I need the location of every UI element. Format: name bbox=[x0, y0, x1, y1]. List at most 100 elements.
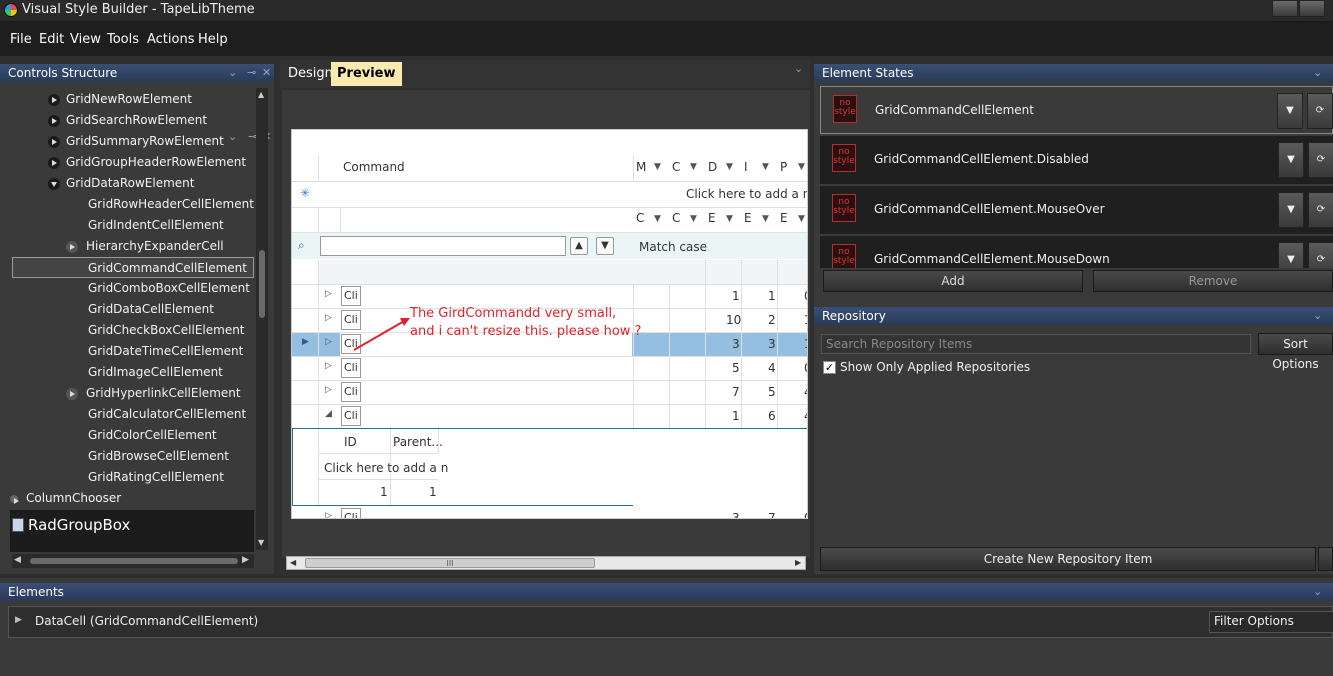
row-expander-icon[interactable]: ▷ bbox=[325, 511, 332, 518]
expand-icon[interactable] bbox=[48, 135, 60, 148]
col-header-m[interactable]: M bbox=[636, 160, 646, 174]
filter-icon[interactable]: ▼ bbox=[654, 162, 661, 172]
menu-edit[interactable]: Edit bbox=[39, 32, 64, 47]
tree-item-columnchooser[interactable]: ColumnChooser bbox=[10, 488, 250, 509]
tree-item-gridrowheadercellelement[interactable]: GridRowHeaderCellElement bbox=[88, 194, 258, 215]
show-only-applied-checkbox[interactable]: ✓ bbox=[823, 361, 836, 374]
tree-item-griddatetimecellelement[interactable]: GridDateTimeCellElement bbox=[88, 341, 258, 362]
tree-item-gridbrowsecellelement[interactable]: GridBrowseCellElement bbox=[88, 446, 258, 467]
expand-icon[interactable]: ▶ bbox=[15, 615, 22, 625]
tree-item-gridhyperlinkcellelement[interactable]: GridHyperlinkCellElement bbox=[66, 383, 256, 404]
tree-item-gridcalculatorcellelement[interactable]: GridCalculatorCellElement bbox=[88, 404, 258, 425]
create-repository-item-dropdown[interactable] bbox=[1318, 547, 1333, 571]
state-dropdown-button[interactable]: ▼ bbox=[1278, 142, 1304, 178]
child-col-id[interactable]: ID bbox=[344, 435, 357, 449]
col-header-c[interactable]: C bbox=[672, 160, 680, 174]
col-header-command[interactable]: Command bbox=[343, 160, 405, 174]
menu-view[interactable]: View bbox=[70, 32, 101, 47]
state-row-disabled[interactable]: no style GridCommandCellElement.Disabled… bbox=[820, 136, 1333, 184]
state-dropdown-button[interactable]: ▼ bbox=[1278, 192, 1304, 228]
filter-icon[interactable]: ▼ bbox=[762, 162, 769, 172]
repository-menu-icon[interactable]: ⌄ bbox=[1313, 309, 1322, 322]
row-expander-icon[interactable]: ▷ bbox=[325, 289, 332, 299]
command-cell-button[interactable]: Cli bbox=[341, 358, 361, 378]
col-header-i[interactable]: I bbox=[744, 160, 748, 174]
filter-icon[interactable]: ▼ bbox=[798, 162, 805, 172]
collapse-icon[interactable] bbox=[48, 177, 60, 190]
menu-file[interactable]: File bbox=[10, 32, 32, 47]
state-row-mousedown[interactable]: no style GridCommandCellElement.MouseDow… bbox=[820, 236, 1333, 268]
tree-scroll-thumb[interactable] bbox=[259, 250, 265, 318]
scroll-right-icon[interactable]: ▶ bbox=[795, 558, 801, 567]
state-row-mouseover[interactable]: no style GridCommandCellElement.MouseOve… bbox=[820, 186, 1333, 234]
col-header-p[interactable]: P bbox=[780, 160, 787, 174]
panel-menu-icon[interactable]: ⌄ bbox=[228, 66, 237, 79]
grid-search-input[interactable] bbox=[320, 236, 566, 256]
state-dropdown-button[interactable]: ▼ bbox=[1278, 242, 1304, 268]
child-add-new-row-text[interactable]: Click here to add a n bbox=[324, 461, 448, 475]
command-cell-button[interactable]: Cli bbox=[341, 508, 361, 518]
filter-cell[interactable]: E bbox=[744, 211, 752, 225]
remove-state-button[interactable]: Remove bbox=[1093, 270, 1333, 292]
tree-item-gridratingcellelement[interactable]: GridRatingCellElement bbox=[88, 467, 258, 488]
scroll-right-icon[interactable]: ▶ bbox=[242, 555, 249, 565]
filter-cell[interactable]: C bbox=[672, 211, 680, 225]
command-cell-button[interactable]: Cli bbox=[341, 382, 361, 402]
state-dropdown-button[interactable]: ▼ bbox=[1277, 93, 1303, 129]
scroll-left-icon[interactable]: ◀ bbox=[14, 555, 21, 565]
preview-horizontal-scrollbar[interactable]: ◀ III ▶ bbox=[286, 556, 806, 570]
add-state-button[interactable]: Add bbox=[823, 270, 1083, 292]
maximize-button[interactable] bbox=[1299, 0, 1325, 17]
match-case-label[interactable]: Match case bbox=[639, 240, 707, 254]
filter-cell[interactable]: E bbox=[780, 211, 788, 225]
pin-panel-icon[interactable]: ⊸ bbox=[247, 66, 256, 79]
tree-hscroll-thumb[interactable] bbox=[30, 558, 238, 564]
filter-icon[interactable]: ▼ bbox=[654, 214, 661, 224]
command-cell-button[interactable]: Cli bbox=[341, 406, 361, 426]
filter-cell[interactable]: C bbox=[636, 211, 644, 225]
state-row-normal[interactable]: no style GridCommandCellElement ▼ ⟳ bbox=[820, 86, 1333, 134]
tree-item-gridimagecellelement[interactable]: GridImageCellElement bbox=[88, 362, 258, 383]
col-header-d[interactable]: D bbox=[708, 160, 717, 174]
filter-icon[interactable]: ▼ bbox=[726, 214, 733, 224]
menu-help[interactable]: Help bbox=[198, 32, 228, 47]
expand-icon[interactable] bbox=[10, 494, 19, 504]
tree-vertical-scrollbar[interactable]: ▲ ▼ bbox=[256, 88, 268, 550]
filter-icon[interactable]: ▼ bbox=[690, 214, 697, 224]
filter-cell[interactable]: E bbox=[708, 211, 716, 225]
tab-menu-icon[interactable]: ⌄ bbox=[794, 62, 803, 75]
search-prev-button[interactable]: ▲ bbox=[570, 237, 588, 255]
datacell-row[interactable]: ▶ DataCell (GridCommandCellElement) Filt… bbox=[8, 606, 1333, 638]
preview-hscroll-thumb[interactable]: III bbox=[305, 558, 595, 568]
filter-icon[interactable]: ▼ bbox=[690, 162, 697, 172]
tree-item-gridcolorcellelement[interactable]: GridColorCellElement bbox=[88, 425, 258, 446]
tree-item-gridindentcellelement[interactable]: GridIndentCellElement bbox=[88, 215, 258, 236]
state-link-button[interactable]: ⟳ bbox=[1308, 242, 1333, 268]
filter-icon[interactable]: ▼ bbox=[762, 214, 769, 224]
expand-icon[interactable] bbox=[48, 156, 60, 169]
row-expander-icon[interactable]: ▷ bbox=[325, 313, 332, 323]
menu-tools[interactable]: Tools bbox=[107, 32, 139, 47]
minimize-button[interactable] bbox=[1272, 0, 1298, 17]
filter-icon[interactable]: ▼ bbox=[798, 214, 805, 224]
sort-options-button[interactable]: Sort Options bbox=[1258, 333, 1333, 371]
tree-item-gridcommandcellelement[interactable]: GridCommandCellElement bbox=[12, 257, 254, 278]
elements-menu-icon[interactable]: ⌄ bbox=[1313, 585, 1322, 598]
tree-item-gridcomboboxcellelement[interactable]: GridComboBoxCellElement bbox=[88, 278, 258, 299]
search-next-button[interactable]: ▼ bbox=[596, 237, 614, 255]
create-repository-item-button[interactable]: Create New Repository Item bbox=[820, 547, 1316, 571]
element-states-menu-icon[interactable]: ⌄ bbox=[1313, 66, 1322, 79]
scroll-left-icon[interactable]: ◀ bbox=[290, 558, 296, 567]
filter-icon[interactable]: ▼ bbox=[726, 162, 733, 172]
expand-icon[interactable] bbox=[66, 240, 78, 253]
expand-icon[interactable] bbox=[66, 387, 78, 400]
repository-search-input[interactable]: Search Repository Items bbox=[821, 334, 1251, 354]
expand-icon[interactable] bbox=[48, 93, 60, 106]
tree-item-hierarchyexpandercell[interactable]: HierarchyExpanderCell bbox=[66, 236, 256, 257]
close-panel-icon[interactable]: ✕ bbox=[262, 66, 271, 79]
row-collapse-icon[interactable]: ◢ bbox=[325, 409, 332, 419]
filter-options-dropdown[interactable]: Filter Options bbox=[1209, 611, 1333, 633]
tab-preview[interactable]: Preview bbox=[331, 62, 402, 86]
state-link-button[interactable]: ⟳ bbox=[1307, 93, 1333, 129]
expand-icon[interactable] bbox=[48, 114, 60, 127]
